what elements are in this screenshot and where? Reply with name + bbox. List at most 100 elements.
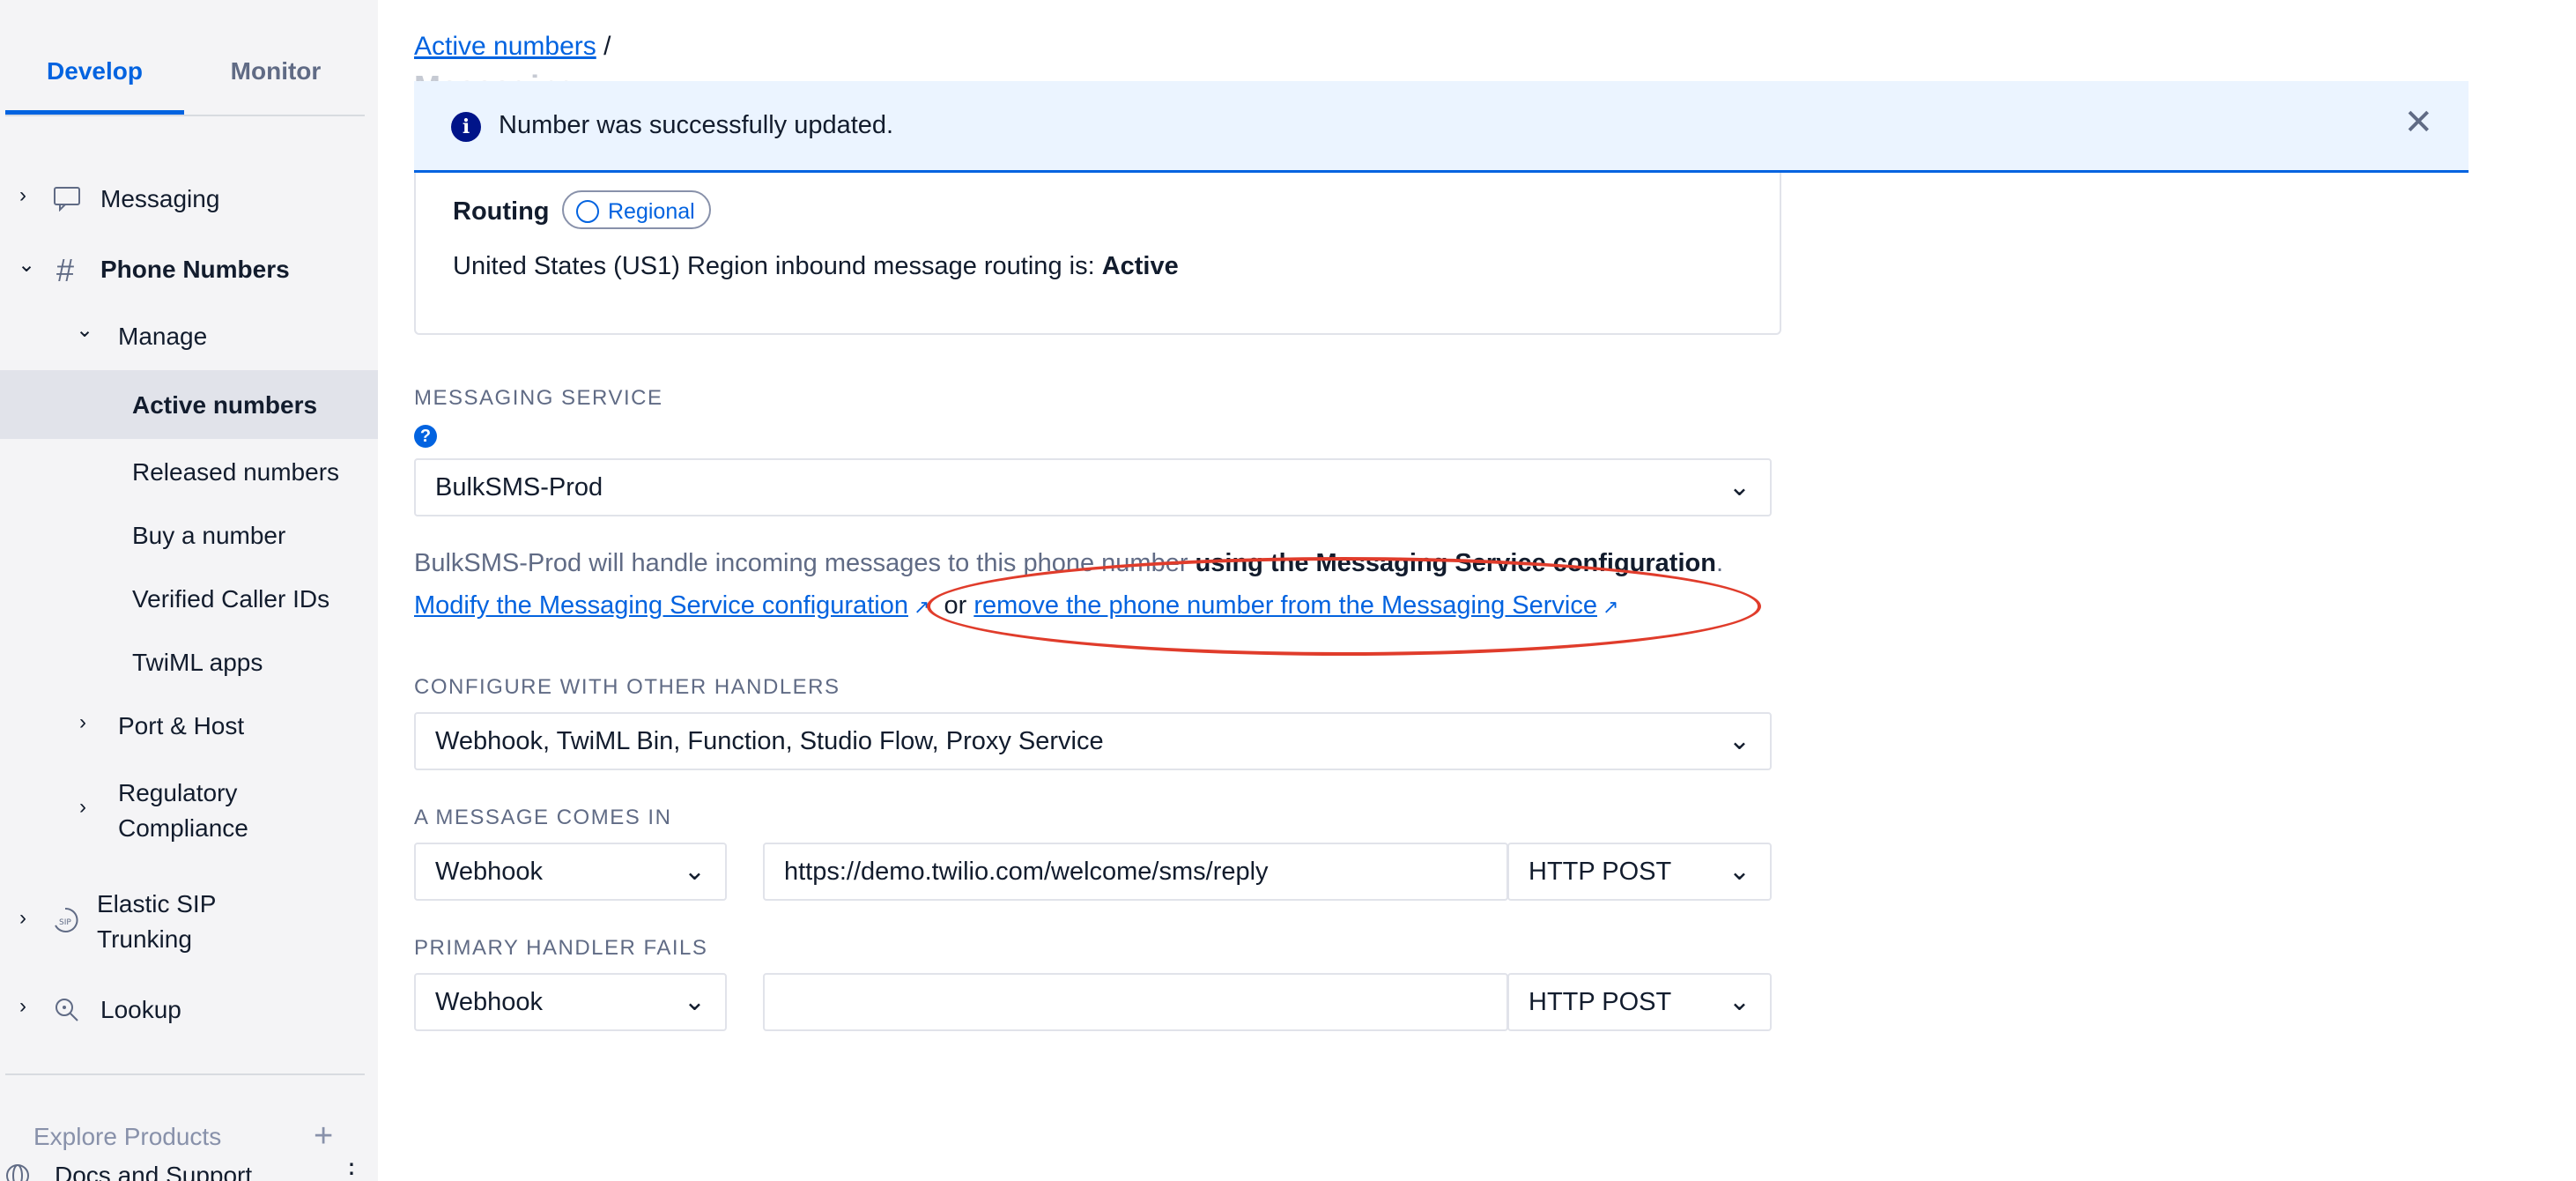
message-comes-in-type-select[interactable]: Webhook ⌄	[414, 843, 727, 901]
remove-from-messaging-service-link[interactable]: remove the phone number from the Messagi…	[973, 591, 1597, 620]
help-icon[interactable]: ?	[414, 425, 437, 448]
messaging-service-label: MESSAGING SERVICE	[414, 386, 663, 410]
sidebar-item-label: Buy a number	[132, 522, 286, 549]
chevron-right-icon: ›	[19, 906, 26, 930]
tab-develop[interactable]: Develop	[5, 42, 184, 115]
explore-products[interactable]: Explore Products +	[0, 1118, 378, 1156]
messaging-service-value: BulkSMS-Prod	[435, 473, 603, 501]
info-icon: i	[451, 112, 481, 142]
sidebar-item-label: Regulatory	[118, 779, 238, 806]
sidebar-item-label: Elastic SIP	[97, 890, 217, 917]
primary-handler-fails-type-select[interactable]: Webhook ⌄	[414, 973, 727, 1031]
sidebar-item-elastic-sip-trunking[interactable]: › SIP Elastic SIP Trunking	[0, 887, 378, 961]
or-text: or	[944, 591, 967, 620]
routing-status-text: United States (US1) Region inbound messa…	[453, 252, 1179, 281]
message-comes-in-type-value: Webhook	[435, 858, 543, 886]
primary-handler-fails-url-input[interactable]	[763, 973, 1508, 1031]
docs-and-support[interactable]: Docs and Support ⋮	[0, 1158, 378, 1181]
sidebar-item-released-numbers[interactable]: Released numbers	[0, 455, 378, 490]
routing-title: Routing	[453, 197, 550, 226]
sidebar-item-label: Trunking	[97, 925, 192, 953]
chevron-right-icon: ›	[79, 710, 86, 734]
chevron-down-icon: ⌄	[1728, 472, 1751, 501]
helper-bold-text: using the Messaging Service configuratio…	[1195, 549, 1716, 577]
breadcrumb-link-active-numbers[interactable]: Active numbers	[414, 32, 596, 61]
other-handlers-value: Webhook, TwiML Bin, Function, Studio Flo…	[435, 727, 1104, 755]
messaging-service-select[interactable]: BulkSMS-Prod ⌄	[414, 458, 1772, 516]
regional-badge: Regional	[562, 190, 711, 229]
external-link-icon: ↗	[913, 596, 930, 618]
messaging-service-links: Modify the Messaging Service configurati…	[414, 591, 1625, 620]
message-comes-in-url-input[interactable]: https://demo.twilio.com/welcome/sms/repl…	[763, 843, 1508, 901]
sidebar-item-label: TwiML apps	[132, 649, 263, 676]
sidebar-item-twiml-apps[interactable]: TwiML apps	[0, 645, 378, 680]
chevron-right-icon: ›	[19, 994, 26, 1018]
chat-icon	[53, 185, 81, 218]
chevron-down-icon: ⌄	[683, 987, 706, 1016]
chevron-right-icon: ›	[79, 795, 86, 819]
sidebar-item-label: Port & Host	[118, 712, 245, 739]
message-comes-in-method-select[interactable]: HTTP POST ⌄	[1507, 843, 1772, 901]
helper-suffix: .	[1715, 549, 1724, 577]
sidebar-item-label: Messaging	[100, 185, 220, 212]
sidebar-item-phone-numbers[interactable]: ⌄ # Phone Numbers	[0, 252, 378, 288]
primary-handler-fails-method-select[interactable]: HTTP POST ⌄	[1507, 973, 1772, 1031]
success-toast: i Number was successfully updated. ✕	[414, 81, 2469, 173]
sidebar: Develop Monitor › Messaging ⌄ # Phone Nu…	[0, 0, 378, 1181]
sidebar-item-label: Manage	[118, 323, 208, 350]
external-link-icon: ↗	[1602, 596, 1619, 618]
chevron-down-icon: ⌄	[18, 253, 36, 277]
primary-handler-fails-type-value: Webhook	[435, 988, 543, 1016]
sidebar-tabs: Develop Monitor	[5, 42, 365, 116]
explore-products-label: Explore Products	[33, 1123, 222, 1150]
chevron-down-icon: ⌄	[683, 857, 706, 886]
sip-icon: SIP	[51, 906, 79, 940]
sidebar-item-label: Active numbers	[132, 391, 318, 419]
plus-icon[interactable]: +	[314, 1118, 333, 1155]
sidebar-item-messaging[interactable]: › Messaging	[0, 182, 378, 217]
routing-text-prefix: United States (US1) Region inbound messa…	[453, 252, 1102, 280]
sidebar-item-label: Released numbers	[132, 458, 340, 486]
routing-card: Routing Regional United States (US1) Reg…	[414, 173, 1781, 335]
docs-support-label: Docs and Support	[55, 1162, 253, 1181]
globe-icon	[4, 1162, 32, 1181]
message-comes-in-method-value: HTTP POST	[1529, 858, 1672, 886]
sidebar-item-label: Lookup	[100, 996, 181, 1023]
routing-status-value: Active	[1101, 252, 1179, 280]
messaging-service-helper: BulkSMS-Prod will handle incoming messag…	[414, 549, 1723, 578]
sidebar-item-verified-caller-ids[interactable]: Verified Caller IDs	[0, 582, 378, 617]
breadcrumb-separator: /	[603, 32, 611, 61]
sidebar-item-port-host[interactable]: › Port & Host	[0, 709, 378, 744]
sidebar-divider	[5, 1073, 365, 1075]
close-icon[interactable]: ✕	[2403, 102, 2433, 143]
globe-icon	[576, 200, 599, 223]
sidebar-item-label: Phone Numbers	[100, 256, 290, 283]
other-handlers-label: CONFIGURE WITH OTHER HANDLERS	[414, 675, 840, 699]
regional-badge-label: Regional	[608, 199, 695, 224]
chevron-down-icon: ⌄	[1728, 857, 1751, 886]
more-vertical-icon[interactable]: ⋮	[338, 1158, 365, 1181]
message-comes-in-label: A MESSAGE COMES IN	[414, 806, 672, 829]
sidebar-item-buy-number[interactable]: Buy a number	[0, 518, 378, 553]
tab-monitor[interactable]: Monitor	[187, 42, 365, 115]
primary-handler-fails-method-value: HTTP POST	[1529, 988, 1672, 1016]
hash-icon: #	[56, 252, 75, 288]
chevron-down-icon: ⌄	[1728, 987, 1751, 1016]
chevron-right-icon: ›	[19, 183, 26, 207]
sidebar-item-lookup[interactable]: › Lookup	[0, 992, 378, 1028]
breadcrumb: Active numbers /	[414, 32, 611, 62]
chevron-down-icon: ⌄	[76, 318, 94, 342]
helper-text: BulkSMS-Prod will handle incoming messag…	[414, 549, 1195, 577]
svg-text:SIP: SIP	[59, 918, 71, 927]
sidebar-item-label: Verified Caller IDs	[132, 585, 330, 613]
toast-message: Number was successfully updated.	[499, 111, 894, 139]
search-icon	[53, 996, 81, 1030]
chevron-down-icon: ⌄	[1728, 726, 1751, 755]
message-comes-in-url-value: https://demo.twilio.com/welcome/sms/repl…	[784, 858, 1269, 886]
modify-messaging-service-link[interactable]: Modify the Messaging Service configurati…	[414, 591, 908, 620]
other-handlers-select[interactable]: Webhook, TwiML Bin, Function, Studio Flo…	[414, 712, 1772, 770]
sidebar-item-active-numbers[interactable]: Active numbers	[0, 370, 378, 439]
sidebar-item-manage[interactable]: ⌄ Manage	[0, 318, 378, 354]
sidebar-item-label: Compliance	[118, 814, 248, 842]
sidebar-item-regulatory-compliance[interactable]: › Regulatory Compliance	[0, 776, 378, 850]
